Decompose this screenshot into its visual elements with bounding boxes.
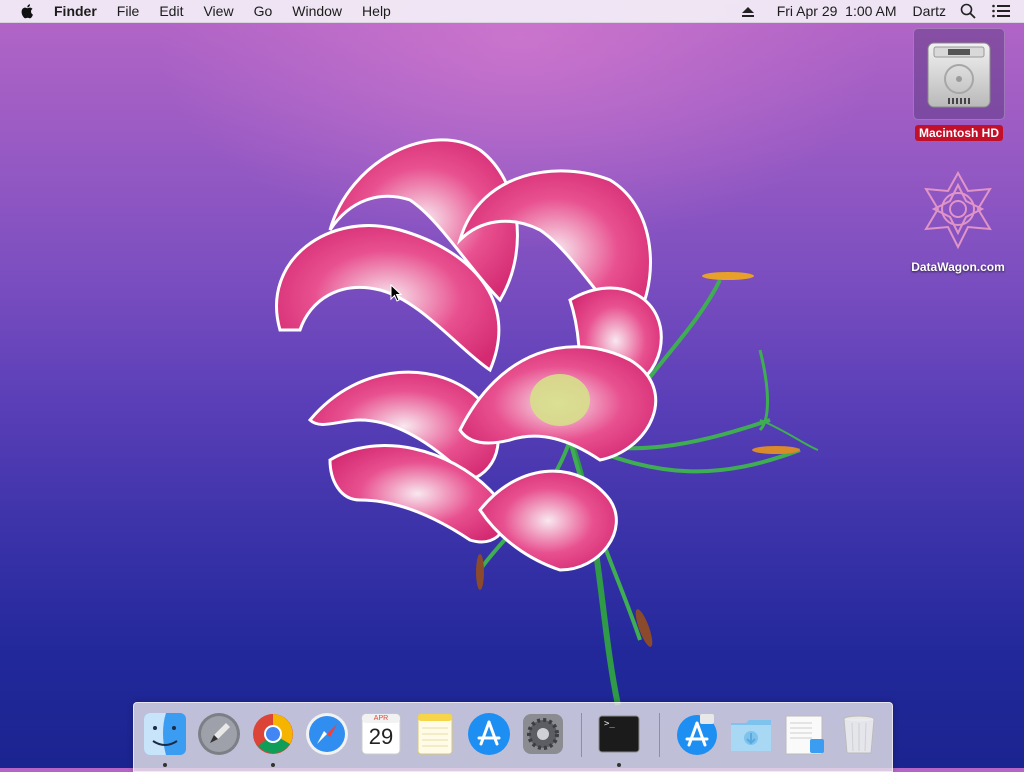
notes-icon (417, 713, 453, 755)
dock-app-launchpad[interactable] (196, 711, 242, 757)
datawagon-volume-icon (913, 168, 1003, 254)
menu-user-name[interactable]: Dartz (913, 3, 946, 19)
chrome-icon (253, 714, 293, 754)
menu-go[interactable]: Go (254, 3, 273, 19)
running-indicator (271, 763, 275, 767)
safari-icon (306, 713, 348, 755)
apple-menu-icon[interactable] (20, 3, 36, 19)
dock-app-terminal[interactable]: >_ (596, 711, 642, 757)
dock-separator (659, 713, 660, 757)
dock-app-documents[interactable] (782, 711, 828, 757)
terminal-prompt: >_ (604, 719, 615, 729)
dock-app-app-store-downloads[interactable] (674, 711, 720, 757)
running-indicator (617, 763, 621, 767)
dock-separator (581, 713, 582, 757)
finder-icon (144, 713, 186, 755)
app-store-icon (468, 713, 510, 755)
dock-app-finder[interactable] (142, 711, 188, 757)
notification-center-icon[interactable] (992, 4, 1010, 18)
running-indicator (163, 763, 167, 767)
menu-window[interactable]: Window (292, 3, 342, 19)
trash-icon (843, 715, 875, 754)
dock-app-notes[interactable] (412, 711, 458, 757)
menu-edit[interactable]: Edit (159, 3, 183, 19)
eject-icon[interactable] (741, 5, 755, 17)
desktop-icon-datawagon[interactable]: DataWagon.com (898, 168, 1018, 276)
dock-app-app-store[interactable] (466, 711, 512, 757)
mouse-cursor-icon (390, 284, 403, 302)
menu-clock[interactable]: Fri Apr 29 1:00 AM (777, 3, 897, 19)
terminal-icon (598, 715, 640, 753)
hard-drive-icon (913, 28, 1005, 120)
dock-app-trash[interactable] (836, 711, 882, 757)
documents-stack-icon (785, 715, 824, 755)
calendar-month: APR (373, 715, 389, 722)
dock: APR 29 >_ (133, 702, 893, 772)
menu-view[interactable]: View (203, 3, 233, 19)
dock-app-safari[interactable] (304, 711, 350, 757)
spotlight-search-icon[interactable] (960, 3, 976, 19)
desktop-icon-macintosh-hd[interactable]: Macintosh HD (910, 28, 1008, 142)
menu-help[interactable]: Help (362, 3, 391, 19)
menu-bar: Finder File Edit View Go Window Help Fri… (0, 0, 1024, 23)
dock-app-system-preferences[interactable] (520, 711, 566, 757)
dock-app-downloads[interactable] (728, 711, 774, 757)
desktop-icon-label: DataWagon.com (911, 260, 1005, 274)
downloads-folder-icon (731, 720, 771, 751)
system-preferences-icon (523, 714, 563, 754)
menu-app-name[interactable]: Finder (54, 3, 97, 19)
dock-app-chrome[interactable] (250, 711, 296, 757)
launchpad-icon (198, 713, 240, 755)
dock-app-calendar[interactable]: APR 29 (358, 711, 404, 757)
menu-file[interactable]: File (117, 3, 140, 19)
desktop-icon-label: Macintosh HD (914, 125, 1003, 141)
calendar-day: 29 (368, 724, 394, 749)
wallpaper-flower (275, 138, 819, 706)
app-store-downloads-icon (677, 714, 717, 755)
